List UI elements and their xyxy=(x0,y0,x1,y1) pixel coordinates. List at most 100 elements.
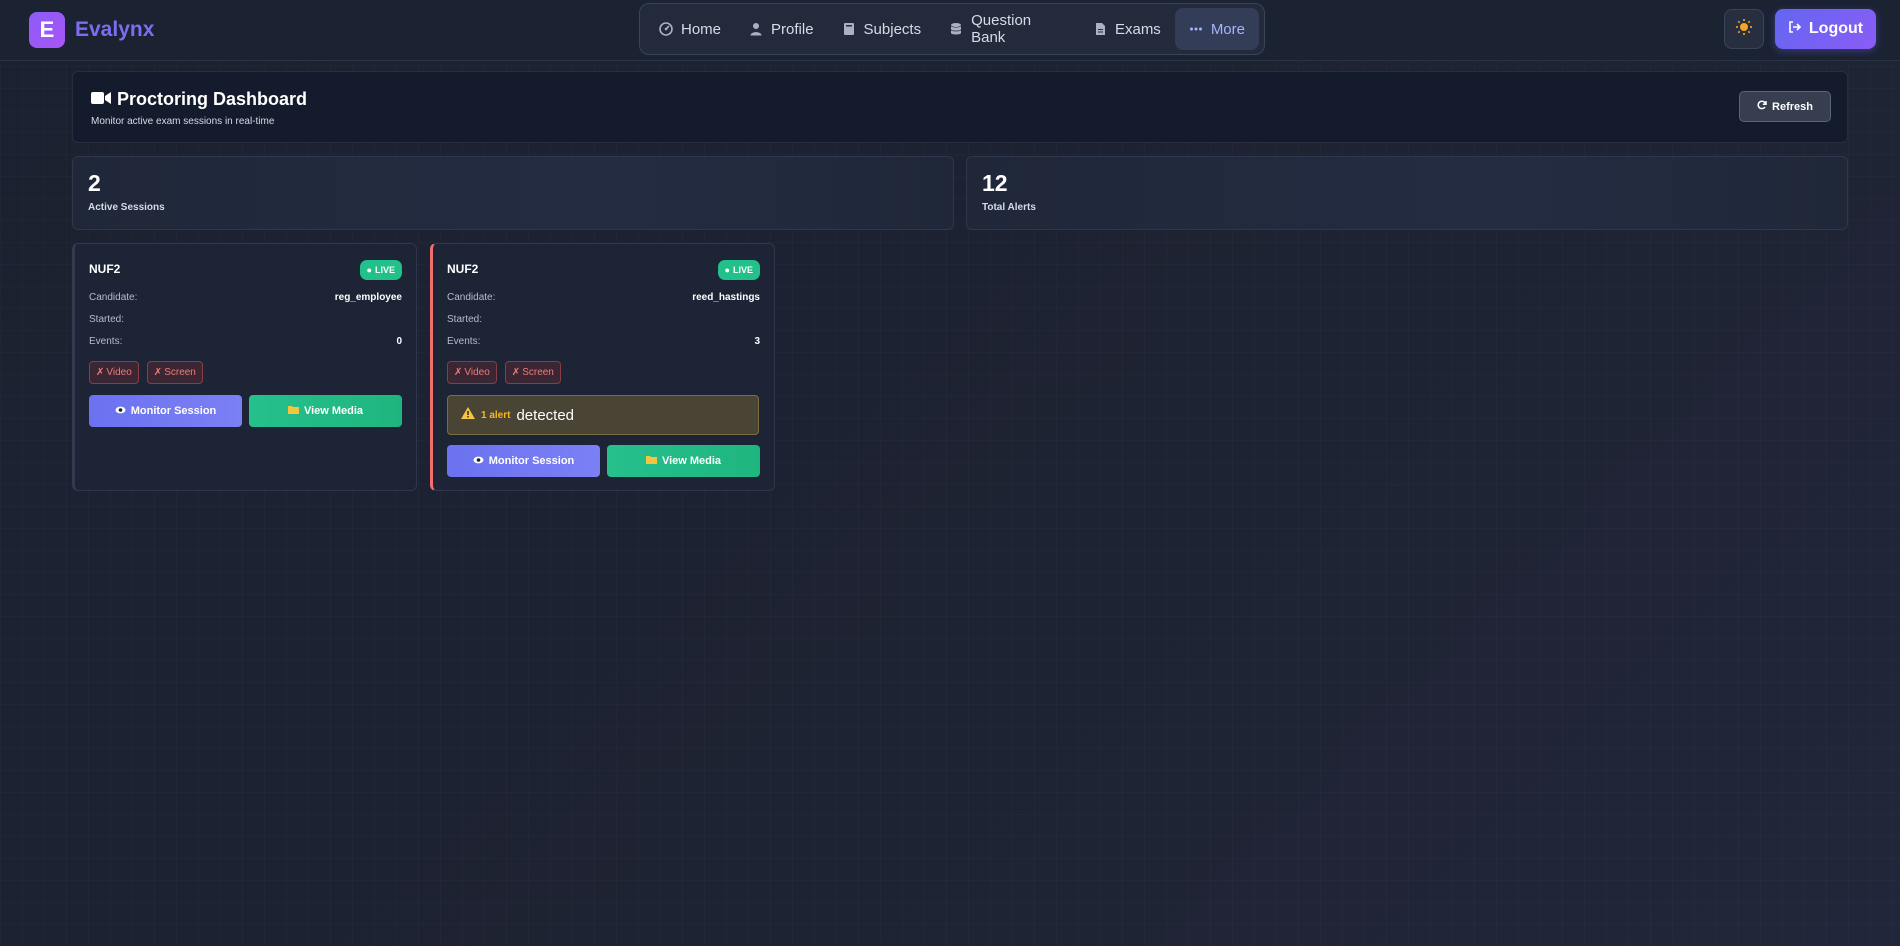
stat-value: 2 xyxy=(88,170,101,196)
folder-icon xyxy=(287,405,299,417)
candidate-label: Candidate: xyxy=(447,292,496,303)
stat-card-total-alerts: 12 Total Alerts xyxy=(966,156,1848,230)
monitor-label: Monitor Session xyxy=(488,455,575,467)
live-dot-icon: ● xyxy=(724,265,730,275)
cross-icon: ✗ xyxy=(454,367,463,378)
stat-label: Total Alerts xyxy=(982,202,1036,213)
file-icon xyxy=(1093,22,1107,36)
page-subtitle: Monitor active exam sessions in real-tim… xyxy=(91,116,275,127)
nav-item-profile[interactable]: Profile xyxy=(735,8,828,50)
session-title: NUF2 xyxy=(89,262,121,276)
view-media-button[interactable]: View Media xyxy=(249,395,402,427)
events-label: Events: xyxy=(89,336,123,347)
folder-icon xyxy=(645,455,657,467)
candidate-row: Candidate: reg_employee xyxy=(89,292,402,303)
cross-icon: ✗ xyxy=(511,367,521,378)
events-value: 3 xyxy=(754,336,760,347)
media-label: View Media xyxy=(303,405,364,417)
theme-toggle-button[interactable] xyxy=(1724,9,1764,49)
chip-label: Screen xyxy=(522,367,554,378)
refresh-label: Refresh xyxy=(1772,100,1813,113)
logout-label: Logout xyxy=(1808,20,1864,37)
monitor-session-button[interactable]: Monitor Session xyxy=(447,445,600,477)
candidate-label: Candidate: xyxy=(89,292,138,303)
live-badge-label: LIVE xyxy=(374,265,395,275)
live-dot-icon: ● xyxy=(366,265,372,275)
session-actions: Monitor Session View Media xyxy=(447,445,760,477)
nav-label: Home xyxy=(681,20,722,38)
events-row: Events: 3 xyxy=(447,336,760,347)
cross-icon: ✗ xyxy=(96,367,105,378)
alert-count: 1 alert xyxy=(481,409,511,421)
nav-label: Exams xyxy=(1114,20,1161,38)
video-status-chip: ✗ Video xyxy=(447,361,497,384)
events-label: Events: xyxy=(447,336,481,347)
ellipsis-icon xyxy=(1189,22,1203,36)
chip-label: Video xyxy=(464,367,490,378)
events-value: 0 xyxy=(396,336,402,347)
cross-icon: ✗ xyxy=(153,367,163,378)
nav-item-question-bank[interactable]: Question Bank xyxy=(935,8,1079,50)
media-label: View Media xyxy=(661,455,722,467)
refresh-icon xyxy=(1757,100,1767,113)
eye-icon xyxy=(473,455,484,467)
nav-label: Subjects xyxy=(863,20,922,38)
screen-status-chip: ✗ Screen xyxy=(504,361,561,384)
nav-item-exams[interactable]: Exams xyxy=(1079,8,1175,50)
session-card: NUF2 ● LIVE Candidate: reg_employee Star… xyxy=(72,243,417,491)
session-actions: Monitor Session View Media xyxy=(89,395,402,427)
eye-icon xyxy=(115,405,126,417)
stat-card-active-sessions: 2 Active Sessions xyxy=(72,156,954,230)
brand-name: Evalynx xyxy=(75,18,155,41)
chip-label: Screen xyxy=(164,367,196,378)
main-nav: Home Profile Subjects Question Bank Exam… xyxy=(639,3,1265,55)
started-row: Started: xyxy=(89,314,402,325)
session-title: NUF2 xyxy=(447,262,479,276)
warning-icon xyxy=(461,406,475,424)
logout-button[interactable]: Logout xyxy=(1775,9,1876,49)
alert-text: detected xyxy=(516,406,575,424)
chip-label: Video xyxy=(106,367,132,378)
monitor-session-button[interactable]: Monitor Session xyxy=(89,395,242,427)
alert-notice: 1 alert detected xyxy=(447,395,759,435)
started-label: Started: xyxy=(89,314,125,325)
stat-value: 12 xyxy=(982,170,1008,196)
dashboard-icon xyxy=(659,22,673,36)
candidate-row: Candidate: reed_hastings xyxy=(447,292,760,303)
nav-item-home[interactable]: Home xyxy=(645,8,735,50)
page-title: Proctoring Dashboard xyxy=(91,89,307,110)
brand[interactable]: E Evalynx xyxy=(29,12,154,48)
media-status-chips: ✗ Video ✗ Screen xyxy=(89,361,203,384)
nav-item-subjects[interactable]: Subjects xyxy=(828,8,936,50)
sun-icon xyxy=(1735,18,1753,41)
candidate-value: reg_employee xyxy=(334,292,402,303)
started-row: Started: xyxy=(447,314,760,325)
logout-icon xyxy=(1788,20,1802,39)
video-status-chip: ✗ Video xyxy=(89,361,139,384)
live-badge-label: LIVE xyxy=(732,265,753,275)
candidate-value: reed_hastings xyxy=(692,292,760,303)
nav-label: More xyxy=(1210,20,1245,38)
refresh-button[interactable]: Refresh xyxy=(1739,91,1831,122)
live-badge: ● LIVE xyxy=(359,260,402,280)
session-card: NUF2 ● LIVE Candidate: reed_hastings Sta… xyxy=(430,243,775,491)
database-icon xyxy=(949,22,963,36)
top-navbar: E Evalynx Home Profile Subjects Question… xyxy=(0,0,1900,61)
events-row: Events: 0 xyxy=(89,336,402,347)
nav-item-more[interactable]: More xyxy=(1174,8,1259,50)
live-badge: ● LIVE xyxy=(717,260,760,280)
brand-logo: E xyxy=(29,12,65,48)
page-title-text: Proctoring Dashboard xyxy=(117,89,308,109)
media-status-chips: ✗ Video ✗ Screen xyxy=(447,361,561,384)
video-camera-icon xyxy=(91,89,111,110)
nav-label: Profile xyxy=(771,20,814,38)
dashboard-header: Proctoring Dashboard Monitor active exam… xyxy=(72,71,1848,143)
user-icon xyxy=(749,22,763,36)
book-icon xyxy=(842,22,856,36)
monitor-label: Monitor Session xyxy=(130,405,217,417)
nav-label: Question Bank xyxy=(971,12,1032,46)
view-media-button[interactable]: View Media xyxy=(607,445,760,477)
started-label: Started: xyxy=(447,314,483,325)
stat-label: Active Sessions xyxy=(88,202,165,213)
screen-status-chip: ✗ Screen xyxy=(146,361,203,384)
